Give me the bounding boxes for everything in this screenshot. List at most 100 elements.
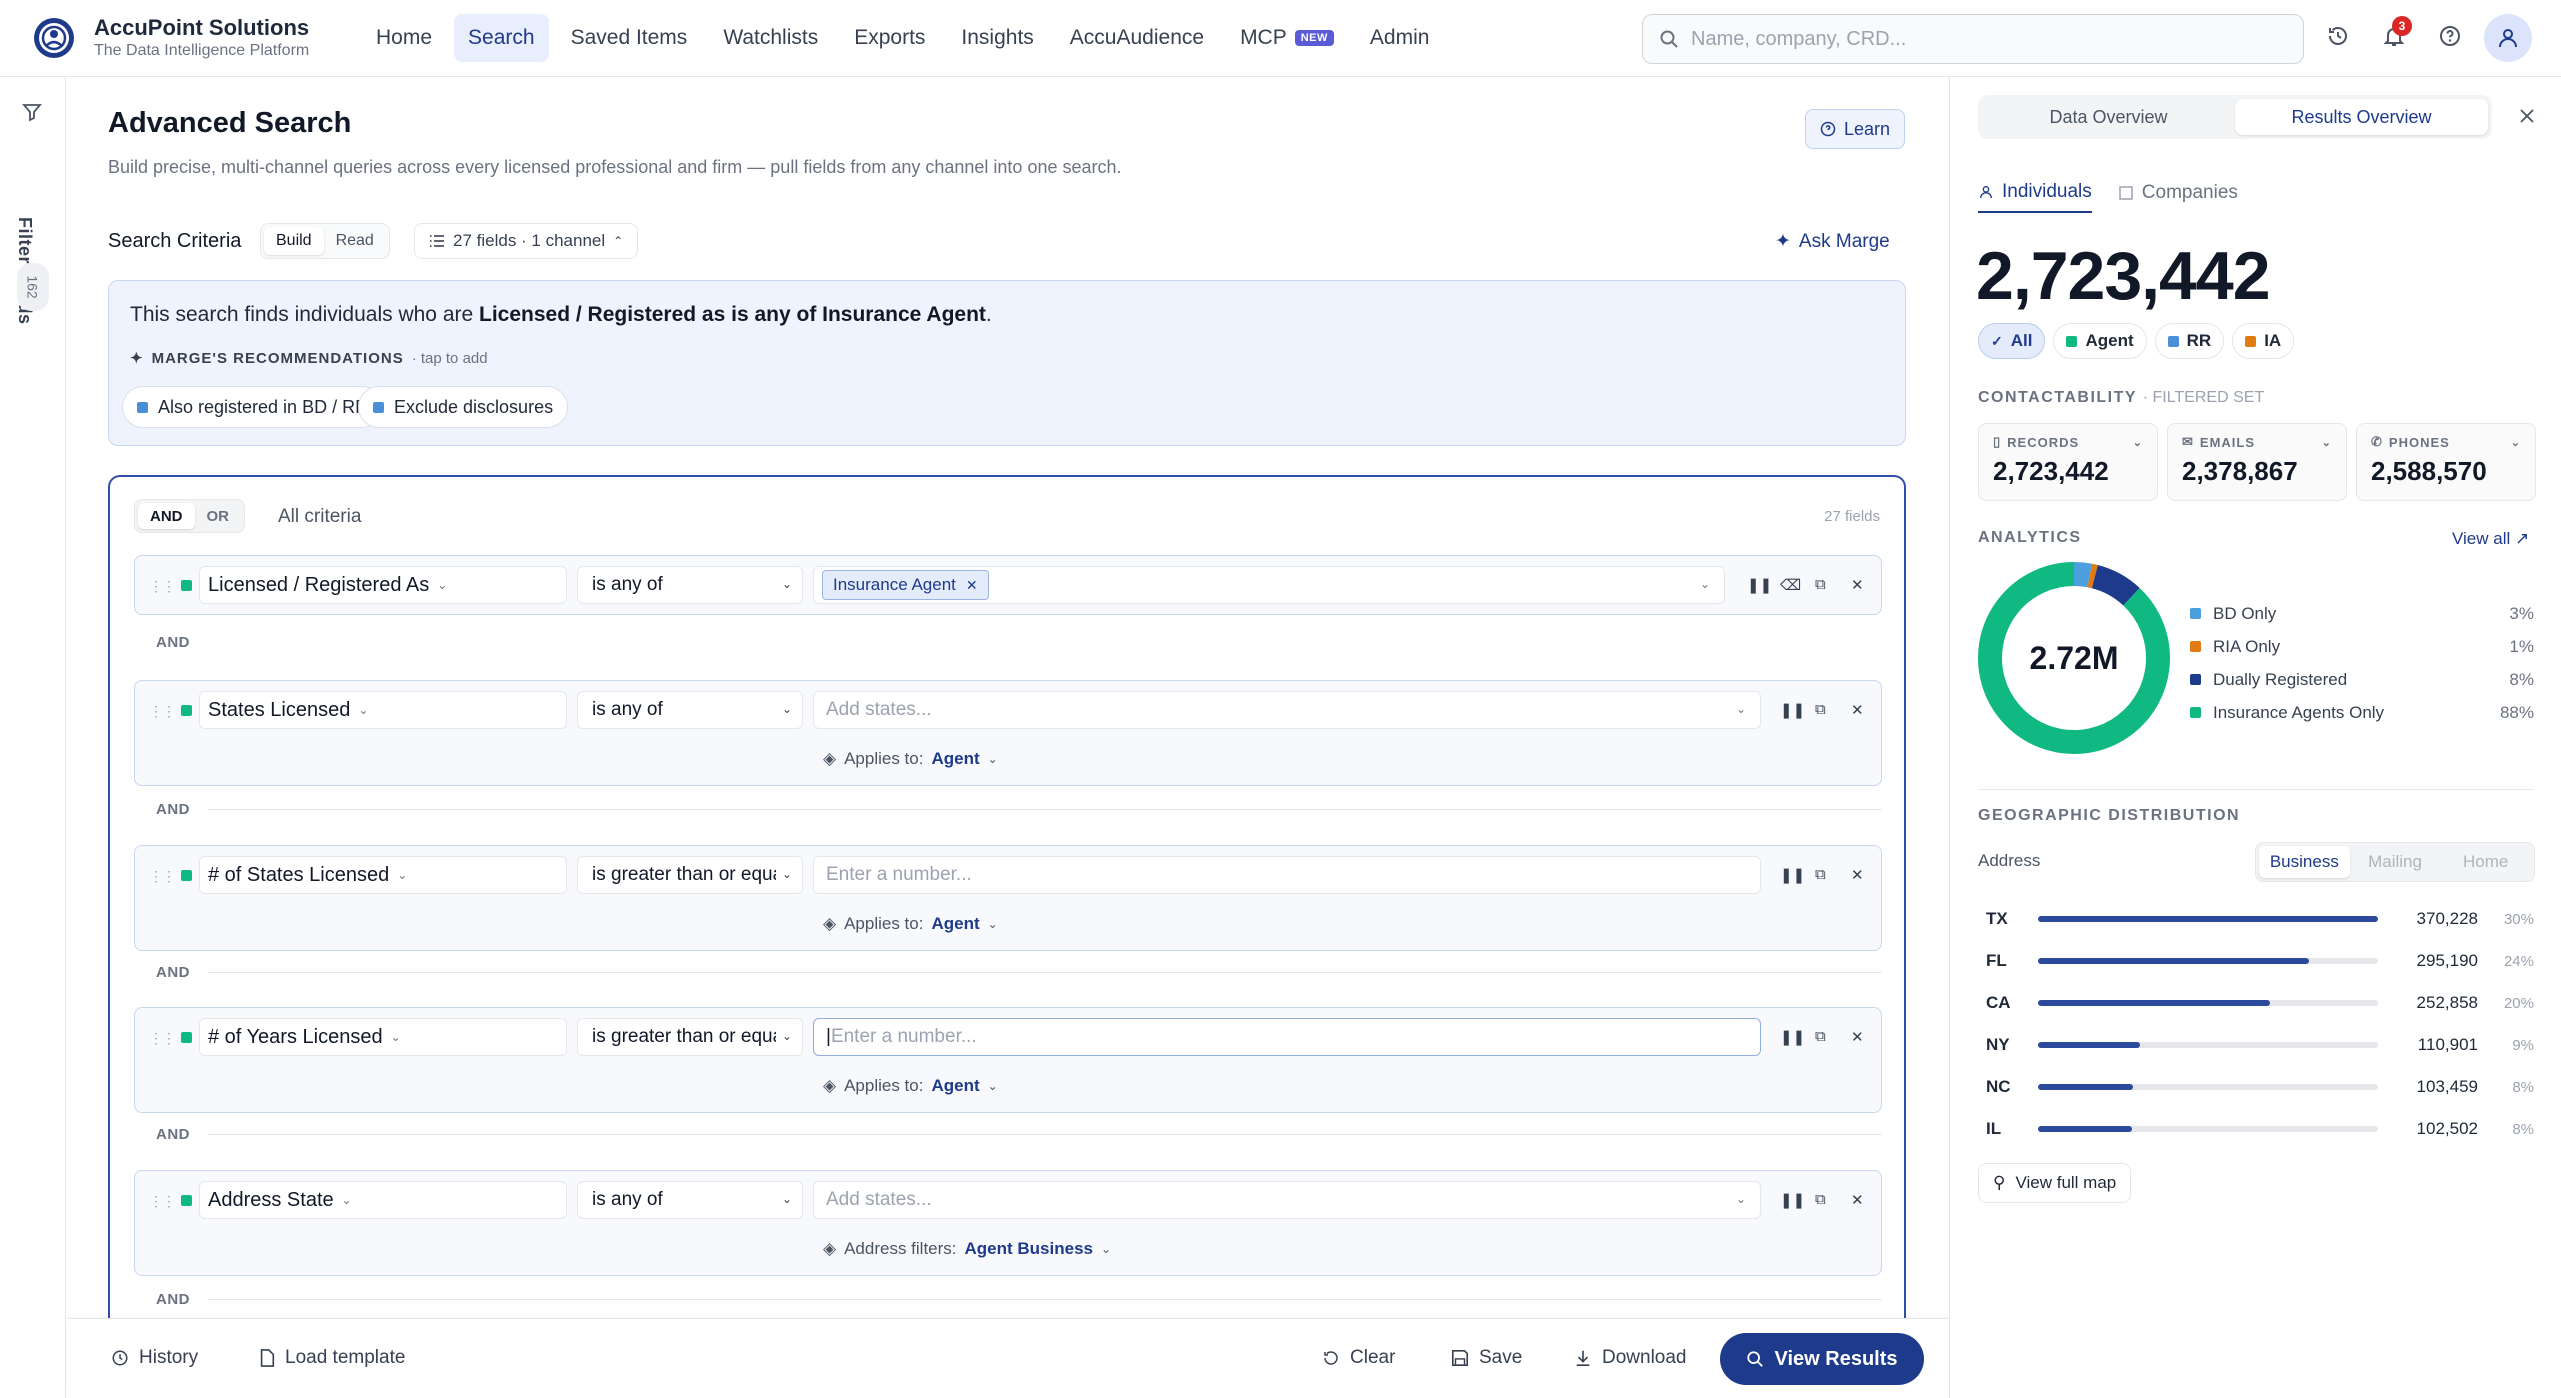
history-icon[interactable] bbox=[2326, 24, 2354, 52]
filter-chip-all[interactable]: ✓ All bbox=[1978, 323, 2046, 359]
tab-mailing[interactable]: Mailing bbox=[2350, 846, 2441, 878]
nav-exports[interactable]: Exports bbox=[840, 14, 939, 62]
states-input[interactable]: Add states... ⌄ bbox=[813, 691, 1761, 729]
chevron-down-icon: ⌄ bbox=[1699, 577, 1710, 591]
company-logo[interactable] bbox=[32, 16, 76, 60]
drag-handle-icon[interactable]: ⋮⋮ bbox=[149, 1030, 176, 1047]
tab-data-overview[interactable]: Data Overview bbox=[1982, 99, 2235, 135]
filter-chip-agent[interactable]: Agent bbox=[2053, 323, 2147, 359]
user-avatar[interactable] bbox=[2484, 14, 2532, 62]
drag-handle-icon[interactable]: ⋮⋮ bbox=[149, 1193, 176, 1210]
pause-icon[interactable]: ❚❚ bbox=[1747, 576, 1772, 594]
duplicate-icon[interactable]: ⧉ bbox=[1815, 701, 1826, 718]
field-select[interactable]: States Licensed ⌄ bbox=[199, 691, 567, 729]
geo-row[interactable]: FL 295,190 24% bbox=[1986, 949, 2534, 973]
geo-row[interactable]: NY 110,901 9% bbox=[1986, 1033, 2534, 1057]
stat-phones[interactable]: ✆ PHONES ⌄ 2,588,570 bbox=[2356, 423, 2536, 501]
field-select[interactable]: Licensed / Registered As ⌄ bbox=[199, 566, 567, 604]
applies-to[interactable]: ◈ Applies to: Agent ⌄ bbox=[823, 749, 998, 769]
duplicate-icon[interactable]: ⧉ bbox=[1815, 866, 1826, 883]
applies-to[interactable]: ◈ Applies to: Agent ⌄ bbox=[823, 914, 998, 934]
number-input[interactable]: | Enter a number... bbox=[813, 1018, 1761, 1056]
tab-individuals[interactable]: Individuals bbox=[1978, 181, 2092, 213]
duplicate-icon[interactable]: ⧉ bbox=[1815, 1028, 1826, 1045]
nav-watchlists[interactable]: Watchlists bbox=[709, 14, 832, 62]
or-button[interactable]: OR bbox=[195, 503, 242, 529]
tab-results-overview[interactable]: Results Overview bbox=[2235, 99, 2488, 135]
tab-companies[interactable]: Companies bbox=[2118, 181, 2238, 213]
help-icon[interactable] bbox=[2438, 24, 2466, 52]
and-button[interactable]: AND bbox=[138, 503, 195, 529]
drag-handle-icon[interactable]: ⋮⋮ bbox=[149, 578, 176, 595]
channel-dot bbox=[181, 1032, 192, 1043]
remove-row-icon[interactable]: ✕ bbox=[1851, 576, 1864, 594]
download-button[interactable]: Download bbox=[1574, 1347, 1687, 1369]
filter-chip-rr[interactable]: RR bbox=[2154, 323, 2225, 359]
recommendation-chip[interactable]: Exclude disclosures bbox=[358, 386, 569, 428]
ask-marge-button[interactable]: ✦ Ask Marge bbox=[1775, 230, 1890, 253]
field-select[interactable]: # of Years Licensed ⌄ bbox=[199, 1018, 567, 1056]
geo-row[interactable]: NC 103,459 8% bbox=[1986, 1075, 2534, 1099]
operator-select[interactable]: is greater than or equal to⌄ bbox=[577, 1018, 803, 1056]
remove-tag-icon[interactable]: ✕ bbox=[966, 577, 978, 594]
load-template-button[interactable]: Load template bbox=[259, 1347, 405, 1369]
duplicate-icon[interactable]: ⧉ bbox=[1815, 576, 1826, 593]
global-search-input[interactable]: Name, company, CRD... bbox=[1642, 14, 2304, 64]
clear-button[interactable]: Clear bbox=[1322, 1347, 1395, 1369]
nav-search[interactable]: Search bbox=[454, 14, 549, 62]
view-full-map-button[interactable]: ⚲ View full map bbox=[1978, 1163, 2132, 1203]
value-multiselect[interactable]: Insurance Agent ✕ ⌄ bbox=[813, 566, 1725, 604]
tab-business[interactable]: Business bbox=[2259, 846, 2350, 878]
learn-button[interactable]: Learn bbox=[1805, 109, 1905, 149]
nav-saved-items[interactable]: Saved Items bbox=[557, 14, 702, 62]
value-tag[interactable]: Insurance Agent ✕ bbox=[822, 570, 989, 600]
filter-icon[interactable] bbox=[21, 101, 43, 123]
geo-row[interactable]: IL 102,502 8% bbox=[1986, 1117, 2534, 1141]
close-icon[interactable] bbox=[2518, 107, 2536, 125]
nav-mcp[interactable]: MCP NEW bbox=[1226, 14, 1348, 62]
nav-admin[interactable]: Admin bbox=[1356, 14, 1444, 62]
operator-select[interactable]: is greater than or equal to⌄ bbox=[577, 856, 803, 894]
chevron-down-icon: ⌄ bbox=[358, 703, 369, 717]
field-select[interactable]: # of States Licensed ⌄ bbox=[199, 856, 567, 894]
applies-to[interactable]: ◈ Applies to: Agent ⌄ bbox=[823, 1076, 998, 1096]
pause-icon[interactable]: ❚❚ bbox=[1780, 1191, 1805, 1209]
duplicate-icon[interactable]: ⧉ bbox=[1815, 1191, 1826, 1208]
number-input[interactable]: Enter a number... bbox=[813, 856, 1761, 894]
save-button[interactable]: Save bbox=[1451, 1347, 1522, 1369]
geo-row[interactable]: TX 370,228 30% bbox=[1986, 907, 2534, 931]
drag-handle-icon[interactable]: ⋮⋮ bbox=[149, 703, 176, 720]
nav-insights[interactable]: Insights bbox=[947, 14, 1047, 62]
pause-icon[interactable]: ❚❚ bbox=[1780, 1028, 1805, 1046]
clear-value-icon[interactable]: ⌫ bbox=[1780, 576, 1801, 594]
operator-select[interactable]: is any of ⌄ bbox=[577, 691, 803, 729]
address-filters[interactable]: ◈ Address filters: Agent Business ⌄ bbox=[823, 1239, 1111, 1259]
remove-row-icon[interactable]: ✕ bbox=[1851, 1191, 1864, 1209]
fields-summary-dropdown[interactable]: 27 fields · 1 channel ⌃ bbox=[414, 223, 639, 259]
recommendation-chip[interactable]: Also registered in BD / RR bbox=[122, 386, 384, 428]
drag-handle-icon[interactable]: ⋮⋮ bbox=[149, 868, 176, 885]
geo-row[interactable]: CA 252,858 20% bbox=[1986, 991, 2534, 1015]
filter-fields-rail[interactable]: Filter Fields 162 bbox=[0, 77, 66, 1398]
nav-accuaudience[interactable]: AccuAudience bbox=[1056, 14, 1218, 62]
stat-emails[interactable]: ✉ EMAILS ⌄ 2,378,867 bbox=[2167, 423, 2347, 501]
pause-icon[interactable]: ❚❚ bbox=[1780, 701, 1805, 719]
remove-row-icon[interactable]: ✕ bbox=[1851, 866, 1864, 884]
user-icon bbox=[2499, 29, 2517, 48]
history-button[interactable]: History bbox=[111, 1347, 198, 1369]
tab-home[interactable]: Home bbox=[2440, 846, 2531, 878]
remove-row-icon[interactable]: ✕ bbox=[1851, 701, 1864, 719]
pause-icon[interactable]: ❚❚ bbox=[1780, 866, 1805, 884]
operator-select[interactable]: is any of ⌄ bbox=[577, 1181, 803, 1219]
build-mode-button[interactable]: Build bbox=[264, 227, 324, 255]
field-select[interactable]: Address State ⌄ bbox=[199, 1181, 567, 1219]
stat-records[interactable]: ▯ RECORDS ⌄ 2,723,442 bbox=[1978, 423, 2158, 501]
filter-chip-ia[interactable]: IA bbox=[2232, 323, 2295, 359]
nav-home[interactable]: Home bbox=[362, 14, 446, 62]
view-results-button[interactable]: View Results bbox=[1720, 1333, 1924, 1385]
operator-select[interactable]: is any of ⌄ bbox=[577, 566, 803, 604]
states-input[interactable]: Add states... ⌄ bbox=[813, 1181, 1761, 1219]
remove-row-icon[interactable]: ✕ bbox=[1851, 1028, 1864, 1046]
view-all-link[interactable]: View all ↗ bbox=[2452, 529, 2529, 549]
read-mode-button[interactable]: Read bbox=[324, 227, 386, 255]
